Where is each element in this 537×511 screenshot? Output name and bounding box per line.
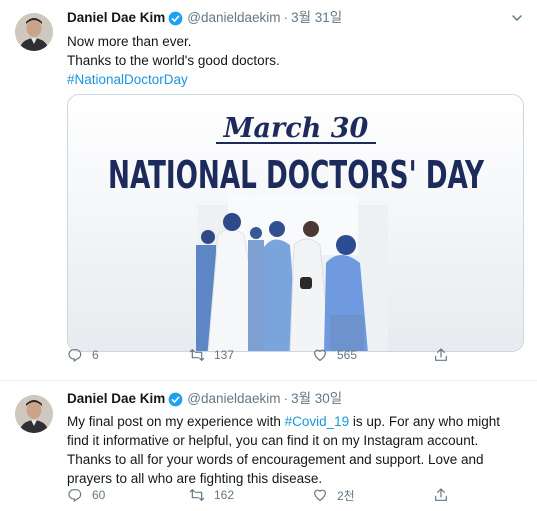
reply-button[interactable]: 60 (67, 487, 105, 503)
author-handle[interactable]: @danieldaekim (187, 390, 280, 408)
tweet[interactable]: Daniel Dae Kim @danieldaekim · 3월 30일 My… (0, 381, 537, 511)
separator-dot: · (283, 10, 289, 25)
media-script-title: March 30 (223, 113, 369, 144)
retweet-icon (189, 489, 205, 501)
verified-badge-icon (168, 392, 183, 407)
tweet[interactable]: Daniel Dae Kim @danieldaekim · 3월 31일 No… (0, 0, 537, 381)
retweet-button[interactable]: 137 (189, 347, 234, 363)
like-button[interactable]: 2천 (312, 487, 355, 504)
like-count: 565 (337, 348, 358, 362)
chevron-down-icon[interactable] (511, 12, 523, 24)
share-icon (435, 348, 447, 361)
reply-icon (68, 349, 82, 363)
like-icon (314, 349, 326, 361)
verified-badge-icon (168, 11, 183, 26)
tweet-text-part: My final post on my experience with (67, 414, 285, 429)
retweet-count: 137 (214, 348, 235, 362)
retweet-button[interactable]: 162 (189, 487, 234, 503)
retweet-count: 162 (214, 488, 235, 502)
tweet-actions: 60 162 2천 (67, 485, 537, 505)
hashtag-link[interactable]: #NationalDoctorDay (67, 70, 525, 89)
author-name[interactable]: Daniel Dae Kim (67, 390, 165, 408)
tweet-text: My final post on my experience with #Cov… (67, 412, 525, 488)
reply-count: 60 (92, 488, 106, 502)
tweet-text-line: Now more than ever. (67, 34, 192, 49)
share-button[interactable] (433, 487, 458, 503)
tweet-timestamp[interactable]: 3월 30일 (291, 390, 342, 408)
author-name[interactable]: Daniel Dae Kim (67, 9, 165, 27)
tweet-timestamp[interactable]: 3월 31일 (291, 9, 342, 27)
tweet-text: Now more than ever. Thanks to the world'… (67, 32, 525, 89)
retweet-icon (189, 349, 205, 361)
share-icon (435, 488, 447, 501)
hashtag-link[interactable]: #Covid_19 (285, 414, 350, 429)
like-button[interactable]: 565 (312, 347, 357, 363)
media-headline: NATIONAL DOCTORS' DAY (108, 153, 485, 197)
tweet-header: Daniel Dae Kim @danieldaekim · 3월 30일 (67, 390, 525, 408)
like-count: 2천 (337, 488, 355, 503)
tweet-media-image[interactable]: March 30 NATIONAL DOCTORS' DAY (67, 94, 524, 352)
avatar[interactable] (15, 13, 53, 51)
reply-count: 6 (92, 348, 99, 362)
reply-icon (68, 489, 82, 503)
like-icon (314, 489, 326, 501)
tweet-actions: 6 137 565 (67, 345, 537, 365)
author-handle[interactable]: @danieldaekim (187, 9, 280, 27)
share-button[interactable] (433, 347, 458, 363)
tweet-text-line: Thanks to the world's good doctors. (67, 53, 280, 68)
avatar[interactable] (15, 395, 53, 433)
tweet-header: Daniel Dae Kim @danieldaekim · 3월 31일 (67, 9, 525, 27)
reply-button[interactable]: 6 (67, 347, 99, 363)
separator-dot: · (283, 391, 289, 406)
